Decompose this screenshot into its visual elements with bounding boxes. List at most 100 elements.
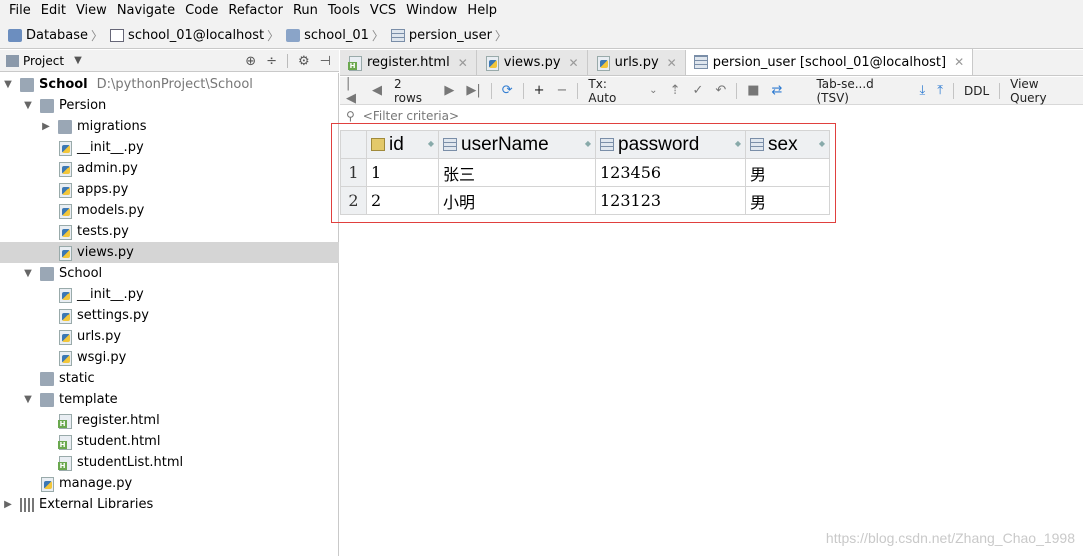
cell-id[interactable]: 1 (366, 158, 439, 187)
cell-username[interactable]: 小明 (438, 186, 596, 215)
menu-edit[interactable]: Edit (36, 0, 71, 22)
tree-item-static[interactable]: static (0, 368, 339, 389)
submit-icon[interactable]: ⇡ (664, 83, 687, 98)
tree-item-studentlist-html[interactable]: studentList.html (0, 452, 339, 473)
tree-item-migrations[interactable]: ▶ migrations (0, 116, 339, 137)
next-page-icon[interactable]: ▶ (438, 83, 460, 98)
ddl-button[interactable]: DDL (958, 84, 995, 98)
cell-sex[interactable]: 男 (745, 158, 830, 187)
menu-window[interactable]: Window (401, 0, 462, 22)
row-count[interactable]: 2 rows (388, 77, 438, 105)
chevron-right-icon: 〉 (371, 28, 384, 43)
tree-item-urls-py[interactable]: urls.py (0, 326, 339, 347)
breadcrumb-schema[interactable]: school_01 〉 (286, 27, 387, 44)
export-format[interactable]: Tab-se...d (TSV) (810, 77, 913, 105)
menu-help[interactable]: Help (462, 0, 502, 22)
tab-urls-py[interactable]: urls.py ✕ (587, 50, 686, 75)
tab-persion-user[interactable]: persion_user [school_01@localhost] ✕ (685, 49, 974, 75)
chevron-down-icon[interactable]: ▼ (22, 394, 34, 405)
chevron-down-icon[interactable]: ▼ (2, 79, 14, 90)
tree-item-wsgi-py[interactable]: wsgi.py (0, 347, 339, 368)
tree-item-template[interactable]: ▼ template (0, 389, 339, 410)
collapse-icon[interactable]: ÷ (266, 54, 277, 69)
cell-id[interactable]: 2 (366, 186, 439, 215)
close-icon[interactable]: ✕ (458, 56, 468, 70)
tree-item-views-py[interactable]: views.py (0, 242, 339, 263)
download-icon[interactable]: ⤓ (914, 83, 932, 98)
menu-file[interactable]: File (4, 0, 36, 22)
breadcrumb-connection[interactable]: school_01@localhost 〉 (110, 27, 282, 44)
chevron-down-icon[interactable]: ▼ (22, 268, 34, 279)
menu-vcs[interactable]: VCS (365, 0, 401, 22)
column-header-username[interactable]: userName ◆ (438, 130, 596, 159)
chevron-down-icon[interactable]: ▼ (74, 55, 82, 66)
previous-page-icon[interactable]: ◀ (366, 83, 388, 98)
view-query-button[interactable]: View Query (1004, 77, 1083, 105)
tree-item-init-py[interactable]: __init__.py (0, 284, 339, 305)
row-number[interactable]: 2 (340, 186, 367, 215)
cell-password[interactable]: 123123 (595, 186, 746, 215)
compare-icon[interactable]: ⇄ (766, 83, 789, 98)
menu-view[interactable]: View (71, 0, 112, 22)
first-page-icon[interactable]: |◀ (340, 76, 366, 106)
tree-item-school[interactable]: ▼ School (0, 263, 339, 284)
menu-tools[interactable]: Tools (323, 0, 365, 22)
cell-username[interactable]: 张三 (438, 158, 596, 187)
column-header-sex[interactable]: sex ◆ (745, 130, 830, 159)
tree-item-persion[interactable]: ▼ Persion (0, 95, 339, 116)
project-panel-title[interactable]: Project (23, 54, 64, 68)
chevron-right-icon[interactable]: ▶ (40, 121, 52, 132)
refresh-icon[interactable]: ⟳ (496, 83, 519, 98)
sort-icon[interactable]: ◆ (585, 139, 591, 148)
rollback-icon[interactable]: ↶ (709, 83, 732, 98)
transaction-mode[interactable]: Tx: Auto (582, 77, 643, 105)
chevron-down-icon[interactable]: ▼ (22, 100, 34, 111)
sort-icon[interactable]: ◆ (428, 139, 434, 148)
stop-icon[interactable]: ■ (741, 83, 765, 98)
tree-root-school[interactable]: ▼ School D:\pythonProject\School (0, 74, 339, 95)
add-row-icon[interactable]: + (528, 83, 551, 98)
tree-item-student-html[interactable]: student.html (0, 431, 339, 452)
tree-item-admin-py[interactable]: admin.py (0, 158, 339, 179)
row-number[interactable]: 1 (340, 158, 367, 187)
table-row[interactable]: 2 2 小明 123123 男 (340, 186, 830, 215)
chevron-right-icon[interactable]: ▶ (2, 499, 14, 510)
tree-item-apps-py[interactable]: apps.py (0, 179, 339, 200)
tree-item-manage-py[interactable]: manage.py (0, 473, 339, 494)
menu-navigate[interactable]: Navigate (112, 0, 180, 22)
tree-item-external-libraries[interactable]: ▶ External Libraries (0, 494, 339, 515)
upload-icon[interactable]: ⤒ (931, 83, 949, 98)
gear-icon[interactable]: ⚙ (298, 54, 310, 69)
hide-icon[interactable]: ⊣ (320, 54, 331, 69)
column-header-id[interactable]: id ◆ (366, 130, 439, 159)
sort-icon[interactable]: ◆ (819, 139, 825, 148)
tree-label: models.py (77, 203, 145, 218)
column-header-password[interactable]: password ◆ (595, 130, 746, 159)
tree-label: __init__.py (77, 140, 144, 155)
commit-icon[interactable]: ✓ (686, 83, 709, 98)
menu-code[interactable]: Code (180, 0, 223, 22)
table-row[interactable]: 1 1 张三 123456 男 (340, 158, 830, 187)
delete-row-icon[interactable]: − (551, 83, 574, 98)
tab-register-html[interactable]: register.html ✕ (340, 50, 477, 75)
tree-item-register-html[interactable]: register.html (0, 410, 339, 431)
close-icon[interactable]: ✕ (954, 55, 964, 69)
close-icon[interactable]: ✕ (569, 56, 579, 70)
chevron-down-icon[interactable]: ⌄ (643, 85, 663, 96)
breadcrumb-table[interactable]: persion_user 〉 (390, 27, 510, 44)
tree-item-init-py[interactable]: __init__.py (0, 137, 339, 158)
last-page-icon[interactable]: ▶| (460, 83, 486, 98)
cell-password[interactable]: 123456 (595, 158, 746, 187)
close-icon[interactable]: ✕ (667, 56, 677, 70)
locate-icon[interactable]: ⊕ (245, 54, 256, 69)
tab-views-py[interactable]: views.py ✕ (476, 50, 588, 75)
sort-icon[interactable]: ◆ (735, 139, 741, 148)
menu-refactor[interactable]: Refactor (223, 0, 288, 22)
tree-item-tests-py[interactable]: tests.py (0, 221, 339, 242)
filter-input[interactable]: <Filter criteria> (363, 109, 459, 123)
breadcrumb-database[interactable]: Database 〉 (8, 27, 106, 44)
cell-sex[interactable]: 男 (745, 186, 830, 215)
menu-run[interactable]: Run (288, 0, 323, 22)
tree-item-models-py[interactable]: models.py (0, 200, 339, 221)
tree-item-settings-py[interactable]: settings.py (0, 305, 339, 326)
